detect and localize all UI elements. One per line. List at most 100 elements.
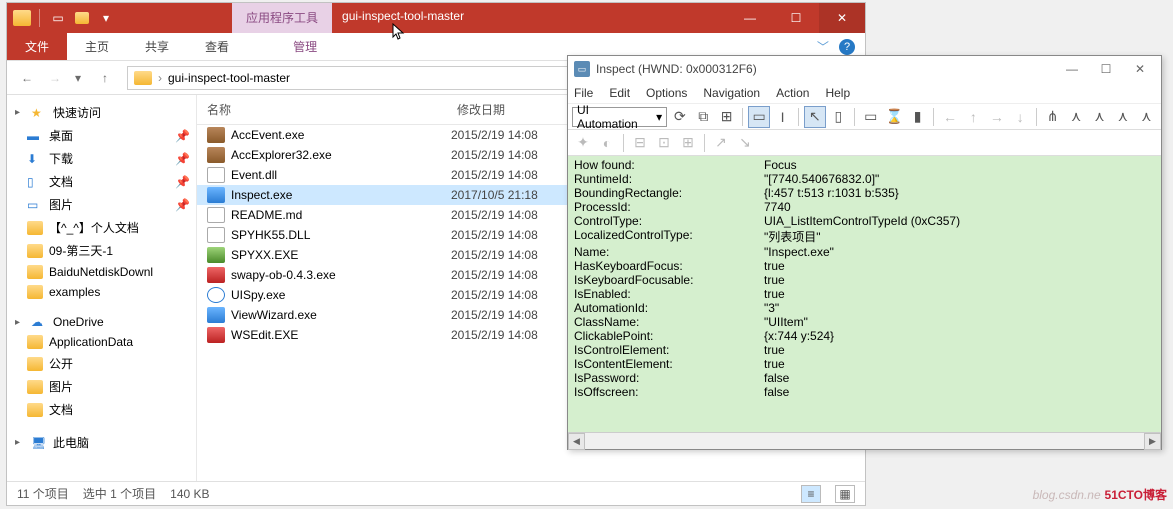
ribbon-tab-manage[interactable]: 管理 <box>275 33 335 60</box>
ribbon-file-tab[interactable]: 文件 <box>7 33 67 60</box>
navigation-pane[interactable]: ▸★快速访问 ▬桌面📌 ⬇下载📌 ▯文档📌 ▭图片📌 【^_^】个人文档 09-… <box>7 95 197 481</box>
status-selection: 选中 1 个项目 <box>83 485 156 502</box>
property-key: Name: <box>574 245 764 259</box>
up-button[interactable]: ↑ <box>93 66 117 90</box>
highlight-icon[interactable]: ▯ <box>828 106 849 128</box>
ribbon-tab-home[interactable]: 主页 <box>67 33 127 60</box>
nav-item-documents[interactable]: ▯文档📌 <box>7 170 196 193</box>
next-sibling-icon[interactable]: ⋏ <box>1112 106 1133 128</box>
caret-icon[interactable]: ▮ <box>907 106 928 128</box>
nav-item-docs2[interactable]: 文档 <box>7 398 196 421</box>
hourglass-icon[interactable]: ⌛ <box>883 106 904 128</box>
property-value: UIA_ListItemControlTypeId (0xC357) <box>764 214 960 228</box>
ribbon-expand-icon[interactable]: 〉 <box>814 40 831 52</box>
property-value: "UIItem" <box>764 315 808 329</box>
new-folder-icon[interactable] <box>72 8 92 28</box>
scroll-right-button[interactable]: ▶ <box>1144 433 1161 450</box>
property-value: {l:457 t:513 r:1031 b:535} <box>764 186 899 200</box>
minimize-button[interactable]: — <box>727 3 773 33</box>
nav-item-appdata[interactable]: ApplicationData <box>7 332 196 352</box>
menu-navigation[interactable]: Navigation <box>703 86 760 100</box>
minimize-button[interactable]: — <box>1057 59 1087 79</box>
property-key: IsKeyboardFocusable: <box>574 273 764 287</box>
action-icon-3[interactable]: ⊟ <box>629 132 651 154</box>
property-value: true <box>764 273 785 287</box>
property-row: ControlType:UIA_ListItemControlTypeId (0… <box>574 214 1155 228</box>
parent-icon[interactable]: ⋔ <box>1042 106 1063 128</box>
chevron-right-icon[interactable]: › <box>158 71 162 85</box>
status-size: 140 KB <box>170 487 209 501</box>
close-button[interactable]: ✕ <box>819 3 865 33</box>
cursor-icon[interactable]: ↖ <box>804 106 825 128</box>
property-row: IsControlElement:true <box>574 343 1155 357</box>
nav-left-icon[interactable]: ← <box>939 106 960 128</box>
watch-focus-icon[interactable]: I <box>772 106 793 128</box>
status-item-count: 11 个项目 <box>17 485 69 502</box>
nav-item-desktop[interactable]: ▬桌面📌 <box>7 124 196 147</box>
action-icon-1[interactable]: ✦ <box>572 132 594 154</box>
mode-combo[interactable]: UI Automation▾ <box>572 107 667 127</box>
nav-item-downloads[interactable]: ⬇下载📌 <box>7 147 196 170</box>
last-child-icon[interactable]: ⋏ <box>1136 106 1157 128</box>
maximize-button[interactable]: ☐ <box>773 3 819 33</box>
close-button[interactable]: ✕ <box>1125 59 1155 79</box>
icons-view-icon[interactable]: ▦ <box>835 485 855 503</box>
back-button[interactable]: ← <box>15 66 39 90</box>
menu-file[interactable]: File <box>574 86 593 100</box>
ribbon-tab-share[interactable]: 共享 <box>127 33 187 60</box>
nav-down-icon[interactable]: ↓ <box>1010 106 1031 128</box>
first-child-icon[interactable]: ⋏ <box>1065 106 1086 128</box>
nav-item-public[interactable]: 公开 <box>7 352 196 375</box>
nav-onedrive[interactable]: ▸☁OneDrive <box>7 312 196 332</box>
divider <box>39 9 40 27</box>
action-icon-6[interactable]: ↗ <box>710 132 732 154</box>
refresh-icon[interactable]: ⟳ <box>669 106 690 128</box>
menu-edit[interactable]: Edit <box>609 86 630 100</box>
maximize-button[interactable]: ☐ <box>1091 59 1121 79</box>
nav-item-pictures2[interactable]: 图片 <box>7 375 196 398</box>
menu-help[interactable]: Help <box>825 86 850 100</box>
nav-thispc[interactable]: ▸🖥此电脑 <box>7 431 196 454</box>
nav-quick-access[interactable]: ▸★快速访问 <box>7 101 196 124</box>
action-icon-7[interactable]: ↘ <box>734 132 756 154</box>
inspect-toolbar: UI Automation▾ ⟳ ⧉ ⊞ ▭ I ↖ ▯ ▭ ⌛ ▮ ← ↑ →… <box>568 104 1161 130</box>
prev-sibling-icon[interactable]: ⋏ <box>1089 106 1110 128</box>
copy-icon[interactable]: ⧉ <box>693 106 714 128</box>
inspect-titlebar[interactable]: ▭ Inspect (HWND: 0x000312F6) — ☐ ✕ <box>568 56 1161 82</box>
action-icon-2[interactable]: ◐ <box>596 132 618 154</box>
menu-options[interactable]: Options <box>646 86 687 100</box>
scroll-left-button[interactable]: ◀ <box>568 433 585 450</box>
file-name: SPYXX.EXE <box>231 248 298 262</box>
rect-icon[interactable]: ▭ <box>860 106 881 128</box>
forward-button[interactable]: → <box>43 66 67 90</box>
nav-item-baidu[interactable]: BaiduNetdiskDownl <box>7 262 196 282</box>
details-view-icon[interactable]: ≡ <box>801 485 821 503</box>
nav-right-icon[interactable]: → <box>986 106 1007 128</box>
menu-action[interactable]: Action <box>776 86 809 100</box>
nav-item-day3[interactable]: 09-第三天-1 <box>7 239 196 262</box>
nav-item-examples[interactable]: examples <box>7 282 196 302</box>
properties-icon[interactable]: ▭ <box>48 8 68 28</box>
property-value: "Inspect.exe" <box>764 245 834 259</box>
nav-up-icon[interactable]: ↑ <box>963 106 984 128</box>
ribbon-tab-view[interactable]: 查看 <box>187 33 247 60</box>
watch-cursor-icon[interactable]: ▭ <box>748 106 769 128</box>
breadcrumb-folder[interactable]: gui-inspect-tool-master <box>168 71 290 85</box>
action-icon-5[interactable]: ⊞ <box>677 132 699 154</box>
recent-dropdown[interactable]: ▾ <box>71 66 85 90</box>
property-value: true <box>764 343 785 357</box>
property-key: IsContentElement: <box>574 357 764 371</box>
tree-icon[interactable]: ⊞ <box>716 106 737 128</box>
nav-item-pictures[interactable]: ▭图片📌 <box>7 193 196 216</box>
cursor-icon <box>392 23 406 41</box>
property-pane[interactable]: How found:FocusRuntimeId:"[7740.54067683… <box>568 156 1161 432</box>
nav-item-personal[interactable]: 【^_^】个人文档 <box>7 216 196 239</box>
action-icon-4[interactable]: ⊡ <box>653 132 675 154</box>
titlebar[interactable]: ▭ ▾ 应用程序工具 gui-inspect-tool-master — ☐ ✕ <box>7 3 865 33</box>
col-header-name[interactable]: 名称 <box>207 101 457 118</box>
qat-dropdown-icon[interactable]: ▾ <box>96 8 116 28</box>
property-value: false <box>764 385 789 399</box>
property-key: IsControlElement: <box>574 343 764 357</box>
horizontal-scrollbar[interactable]: ◀ ▶ <box>568 432 1161 449</box>
help-icon[interactable]: ? <box>839 39 855 55</box>
